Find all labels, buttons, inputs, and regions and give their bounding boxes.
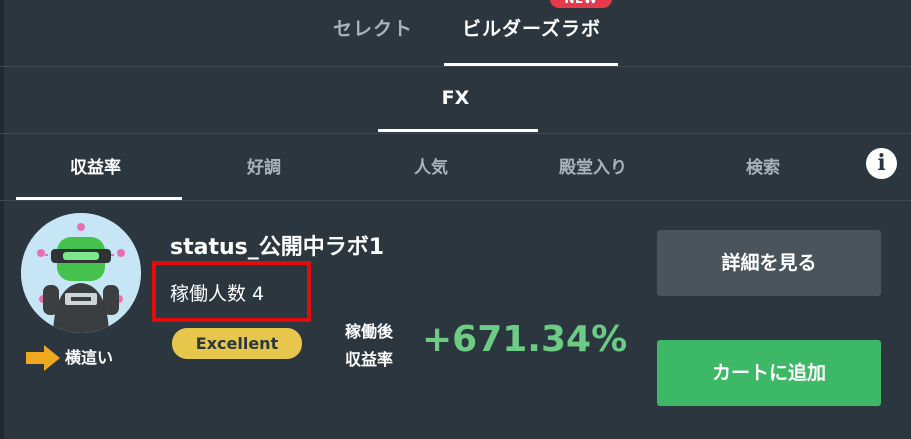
return-label-line1: 稼働後 xyxy=(345,322,394,341)
rating-badge: Excellent xyxy=(172,328,302,359)
operator-count: 稼働人数 4 xyxy=(170,283,265,305)
top-tabs: セレクト ビルダーズラボ NEW xyxy=(0,0,911,67)
tab-builders-lab[interactable]: ビルダーズラボ xyxy=(462,14,601,41)
arrow-right-icon xyxy=(26,345,60,371)
category-tabs: 収益率 好調 人気 殿堂入り 検索 i xyxy=(0,134,911,201)
new-badge: NEW xyxy=(550,0,612,8)
trend-label: 横這い xyxy=(65,348,114,367)
robot-avatar xyxy=(21,213,141,333)
tab-active-underline xyxy=(444,63,618,66)
view-details-button[interactable]: 詳細を見る xyxy=(657,230,881,296)
tab-select[interactable]: セレクト xyxy=(333,14,413,41)
add-to-cart-button[interactable]: カートに追加 xyxy=(657,340,881,406)
tab-popular[interactable]: 人気 xyxy=(414,153,448,178)
return-label-line2: 収益率 xyxy=(345,350,394,369)
market-active-underline xyxy=(378,129,538,132)
tab-good-performance[interactable]: 好調 xyxy=(247,153,281,178)
tab-hall-of-fame[interactable]: 殿堂入り xyxy=(559,153,627,178)
info-icon[interactable]: i xyxy=(866,148,897,179)
return-value: +671.34% xyxy=(422,319,628,360)
category-active-underline xyxy=(16,197,182,200)
tab-search[interactable]: 検索 xyxy=(746,153,780,178)
lab-name[interactable]: status_公開中ラボ1 xyxy=(170,229,384,261)
tab-return-rate[interactable]: 収益率 xyxy=(70,153,121,178)
tab-fx[interactable]: FX xyxy=(0,87,911,109)
market-tabs: FX xyxy=(0,67,911,134)
